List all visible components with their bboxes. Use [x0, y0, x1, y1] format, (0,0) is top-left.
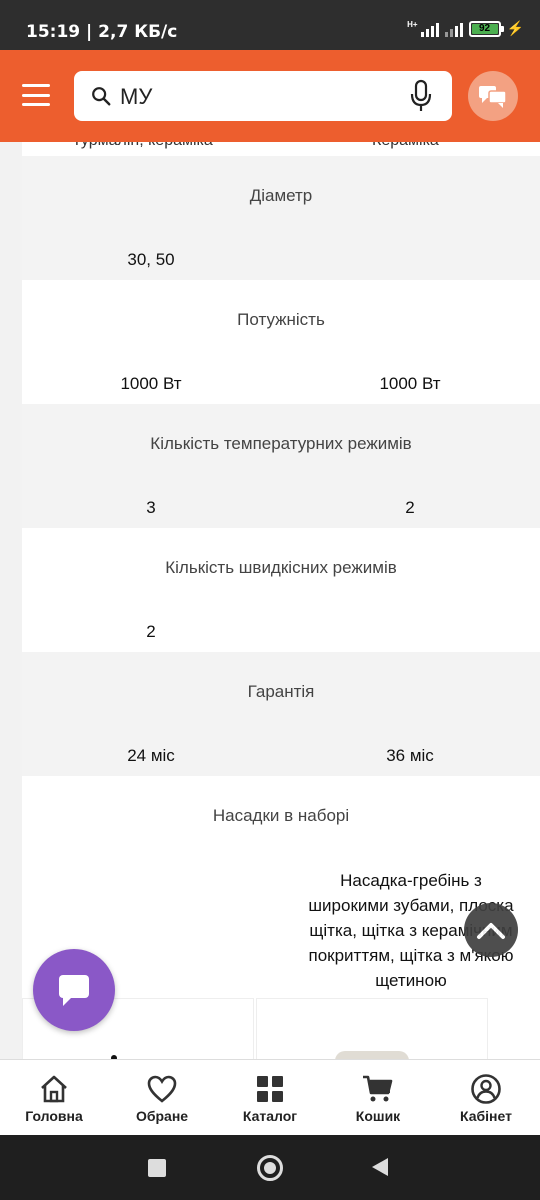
- spec-value: 1000 Вт: [379, 374, 441, 393]
- spec-value: 3: [146, 498, 156, 517]
- home-icon: [41, 1075, 67, 1103]
- nav-label: Обране: [135, 1108, 189, 1124]
- spec-title: Кількість температурних режимів: [150, 434, 412, 453]
- chevron-up-icon: [477, 923, 505, 939]
- battery-icon: 92: [468, 20, 504, 37]
- material-row: Турмалін, кераміка Кераміка: [22, 142, 540, 156]
- status-time: 15:19 | 2,7 КБ/с: [26, 22, 178, 42]
- home-button[interactable]: [257, 1155, 283, 1181]
- spec-value: 2: [146, 622, 156, 641]
- spec-warranty: Гарантія 24 міс 36 міс: [22, 652, 540, 776]
- nav-label: Каталог: [242, 1108, 298, 1124]
- grid-icon: [257, 1076, 283, 1102]
- charging-icon: ⚡: [506, 20, 524, 36]
- nav-label: Кошик: [355, 1108, 401, 1124]
- nav-catalog[interactable]: Каталог: [216, 1060, 324, 1135]
- messages-icon: [479, 86, 507, 108]
- material-value-1: Турмалін, кераміка: [72, 142, 213, 150]
- spec-title: Потужність: [237, 310, 325, 329]
- spec-value: 24 міс: [127, 746, 175, 765]
- spec-speed-modes: Кількість швидкісних режимів 2: [22, 528, 540, 652]
- nav-label: Головна: [25, 1108, 83, 1124]
- comparison-table: Турмалін, кераміка Кераміка Діаметр 30, …: [22, 142, 540, 1059]
- search-icon: [92, 87, 111, 106]
- spec-value: 36 міс: [386, 746, 434, 765]
- system-navigation-bar: [0, 1135, 540, 1200]
- material-value-2: Кераміка: [372, 142, 439, 150]
- product-image-fragment: [335, 1051, 409, 1059]
- microphone-icon[interactable]: [410, 79, 432, 113]
- search-input[interactable]: МУ: [120, 84, 152, 110]
- back-button[interactable]: [370, 1157, 390, 1177]
- nav-account[interactable]: Кабінет: [432, 1060, 540, 1135]
- spec-title: Діаметр: [249, 186, 313, 205]
- messages-button[interactable]: [468, 71, 518, 121]
- menu-icon[interactable]: [22, 84, 50, 106]
- chat-fab-button[interactable]: [33, 949, 115, 1031]
- nav-cart[interactable]: Кошик: [324, 1060, 432, 1135]
- spec-title: Гарантія: [247, 682, 315, 701]
- scroll-to-top-button[interactable]: [464, 903, 518, 957]
- spec-value: 1000 Вт: [120, 374, 182, 393]
- product-card-image[interactable]: [256, 998, 488, 1059]
- user-icon: [471, 1074, 501, 1104]
- spec-power: Потужність 1000 Вт 1000 Вт: [22, 280, 540, 404]
- heart-icon: [147, 1075, 177, 1103]
- app-header: МУ: [0, 50, 540, 142]
- nav-favorites[interactable]: Обране: [108, 1060, 216, 1135]
- search-bar[interactable]: МУ: [74, 71, 452, 121]
- network-type-icon: H+: [407, 20, 418, 29]
- home-button-dot: [264, 1162, 276, 1174]
- nav-label: Кабінет: [460, 1108, 512, 1124]
- recent-apps-button[interactable]: [148, 1159, 166, 1177]
- cart-icon: [363, 1075, 393, 1102]
- nav-home[interactable]: Головна: [0, 1060, 108, 1135]
- spec-value: 30, 50: [127, 250, 175, 269]
- spec-title: Насадки в наборі: [212, 806, 350, 825]
- battery-level: 92: [471, 23, 498, 34]
- spec-temperature-modes: Кількість температурних режимів 3 2: [22, 404, 540, 528]
- spec-value: 2: [405, 498, 415, 517]
- spec-diameter: Діаметр 30, 50: [22, 156, 540, 280]
- spec-title: Кількість швидкісних режимів: [165, 558, 397, 577]
- status-icons: H+ 92 ⚡: [407, 20, 524, 37]
- signal-icon: [420, 21, 439, 37]
- chat-bubble-icon: [59, 975, 89, 1006]
- bottom-navigation: Головна Обране Каталог Кошик Кабінет: [0, 1059, 540, 1135]
- product-comparison: Турмалін, кераміка Кераміка Діаметр 30, …: [0, 142, 540, 1059]
- signal-2-icon: [444, 21, 463, 37]
